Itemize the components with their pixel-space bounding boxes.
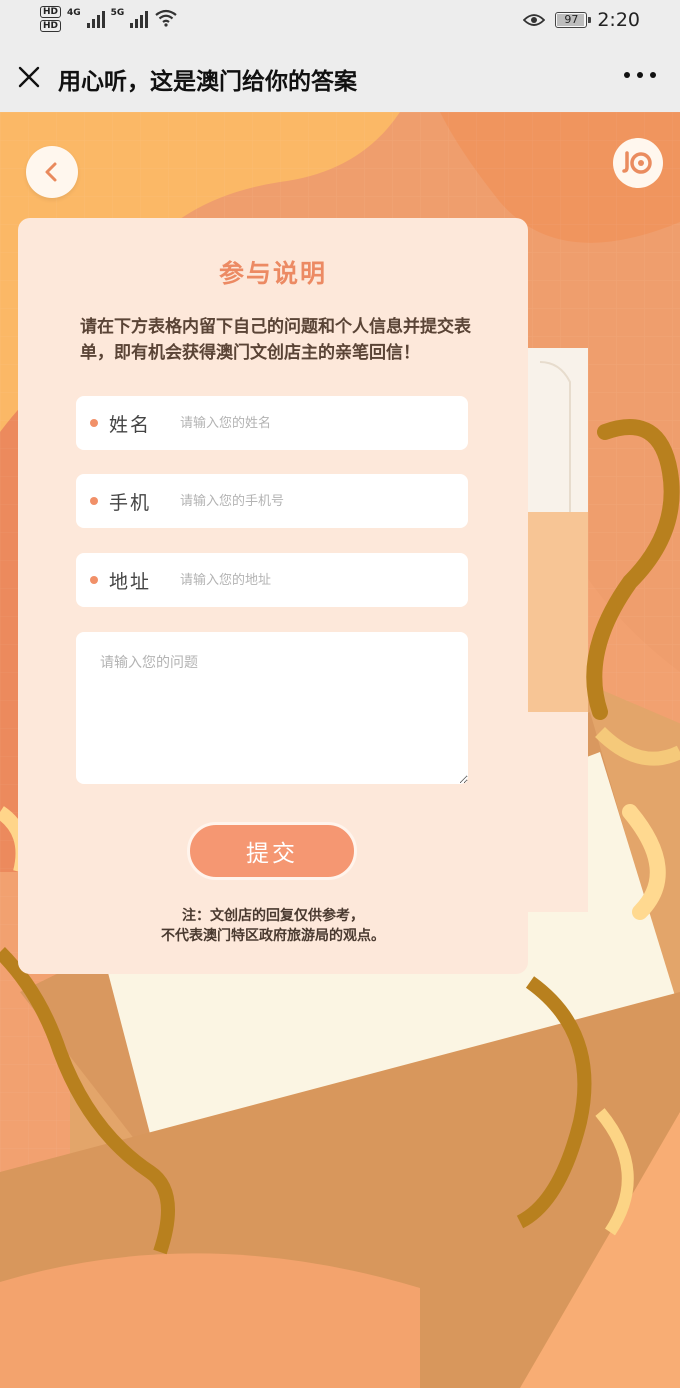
hd-indicators: HD HD [40,6,62,32]
name-label: 姓名 [109,414,152,436]
back-button[interactable] [26,146,78,198]
address-label: 地址 [109,571,152,593]
bullet-dot [90,419,98,427]
participation-card: 参与说明 请在下方表格内留下自己的问题和个人信息并提交表单，即有机会获得澳门文创… [18,218,528,974]
wifi-icon [155,9,178,27]
phone-field: 手机 [76,474,468,528]
signal-icon-2 [130,10,149,28]
bullet-dot [90,576,98,584]
hd-badge-1: HD [40,6,62,18]
chevron-left-icon [45,162,57,182]
disclaimer-line-2: 不代表澳门特区政府旅游局的观点。 [161,928,385,944]
clock: 2:20 [597,9,640,31]
disclaimer-note: 注：文创店的回复仅供参考， 不代表澳门特区政府旅游局的观点。 [18,906,528,946]
question-box [76,632,468,784]
network-type-1: 4G [67,8,81,18]
music-icon [622,151,652,174]
submit-button[interactable]: 提交 [187,822,357,880]
page-title: 用心听，这是澳门给你的答案 [58,69,357,95]
more-icon[interactable] [624,72,656,78]
signal-icon-1 [86,10,105,28]
status-right: 97 2:20 [523,9,640,31]
name-field: 姓名 [76,396,468,450]
music-toggle-button[interactable] [613,138,663,188]
phone-input[interactable] [180,486,450,516]
disclaimer-line-1: 注：文创店的回复仅供参考， [182,908,364,924]
eye-icon [523,14,546,26]
status-left: HD HD 4G 5G [40,6,178,32]
address-field: 地址 [76,553,468,607]
question-textarea[interactable] [76,632,468,784]
card-title: 参与说明 [218,259,327,288]
phone-label: 手机 [109,492,152,514]
bullet-dot [90,497,98,505]
battery-icon: 97 [555,12,592,28]
battery-level: 97 [564,13,579,26]
title-bar: 用心听，这是澳门给你的答案 [0,42,680,112]
address-input[interactable] [180,565,450,595]
hd-badge-2: HD [40,20,62,32]
card-description: 请在下方表格内留下自己的问题和个人信息并提交表单，即有机会获得澳门文创店主的亲笔… [80,317,471,363]
name-input[interactable] [180,408,450,438]
status-bar: HD HD 4G 5G 97 2:20 [0,0,680,42]
network-type-2: 5G [110,8,125,18]
close-icon[interactable] [17,65,41,89]
